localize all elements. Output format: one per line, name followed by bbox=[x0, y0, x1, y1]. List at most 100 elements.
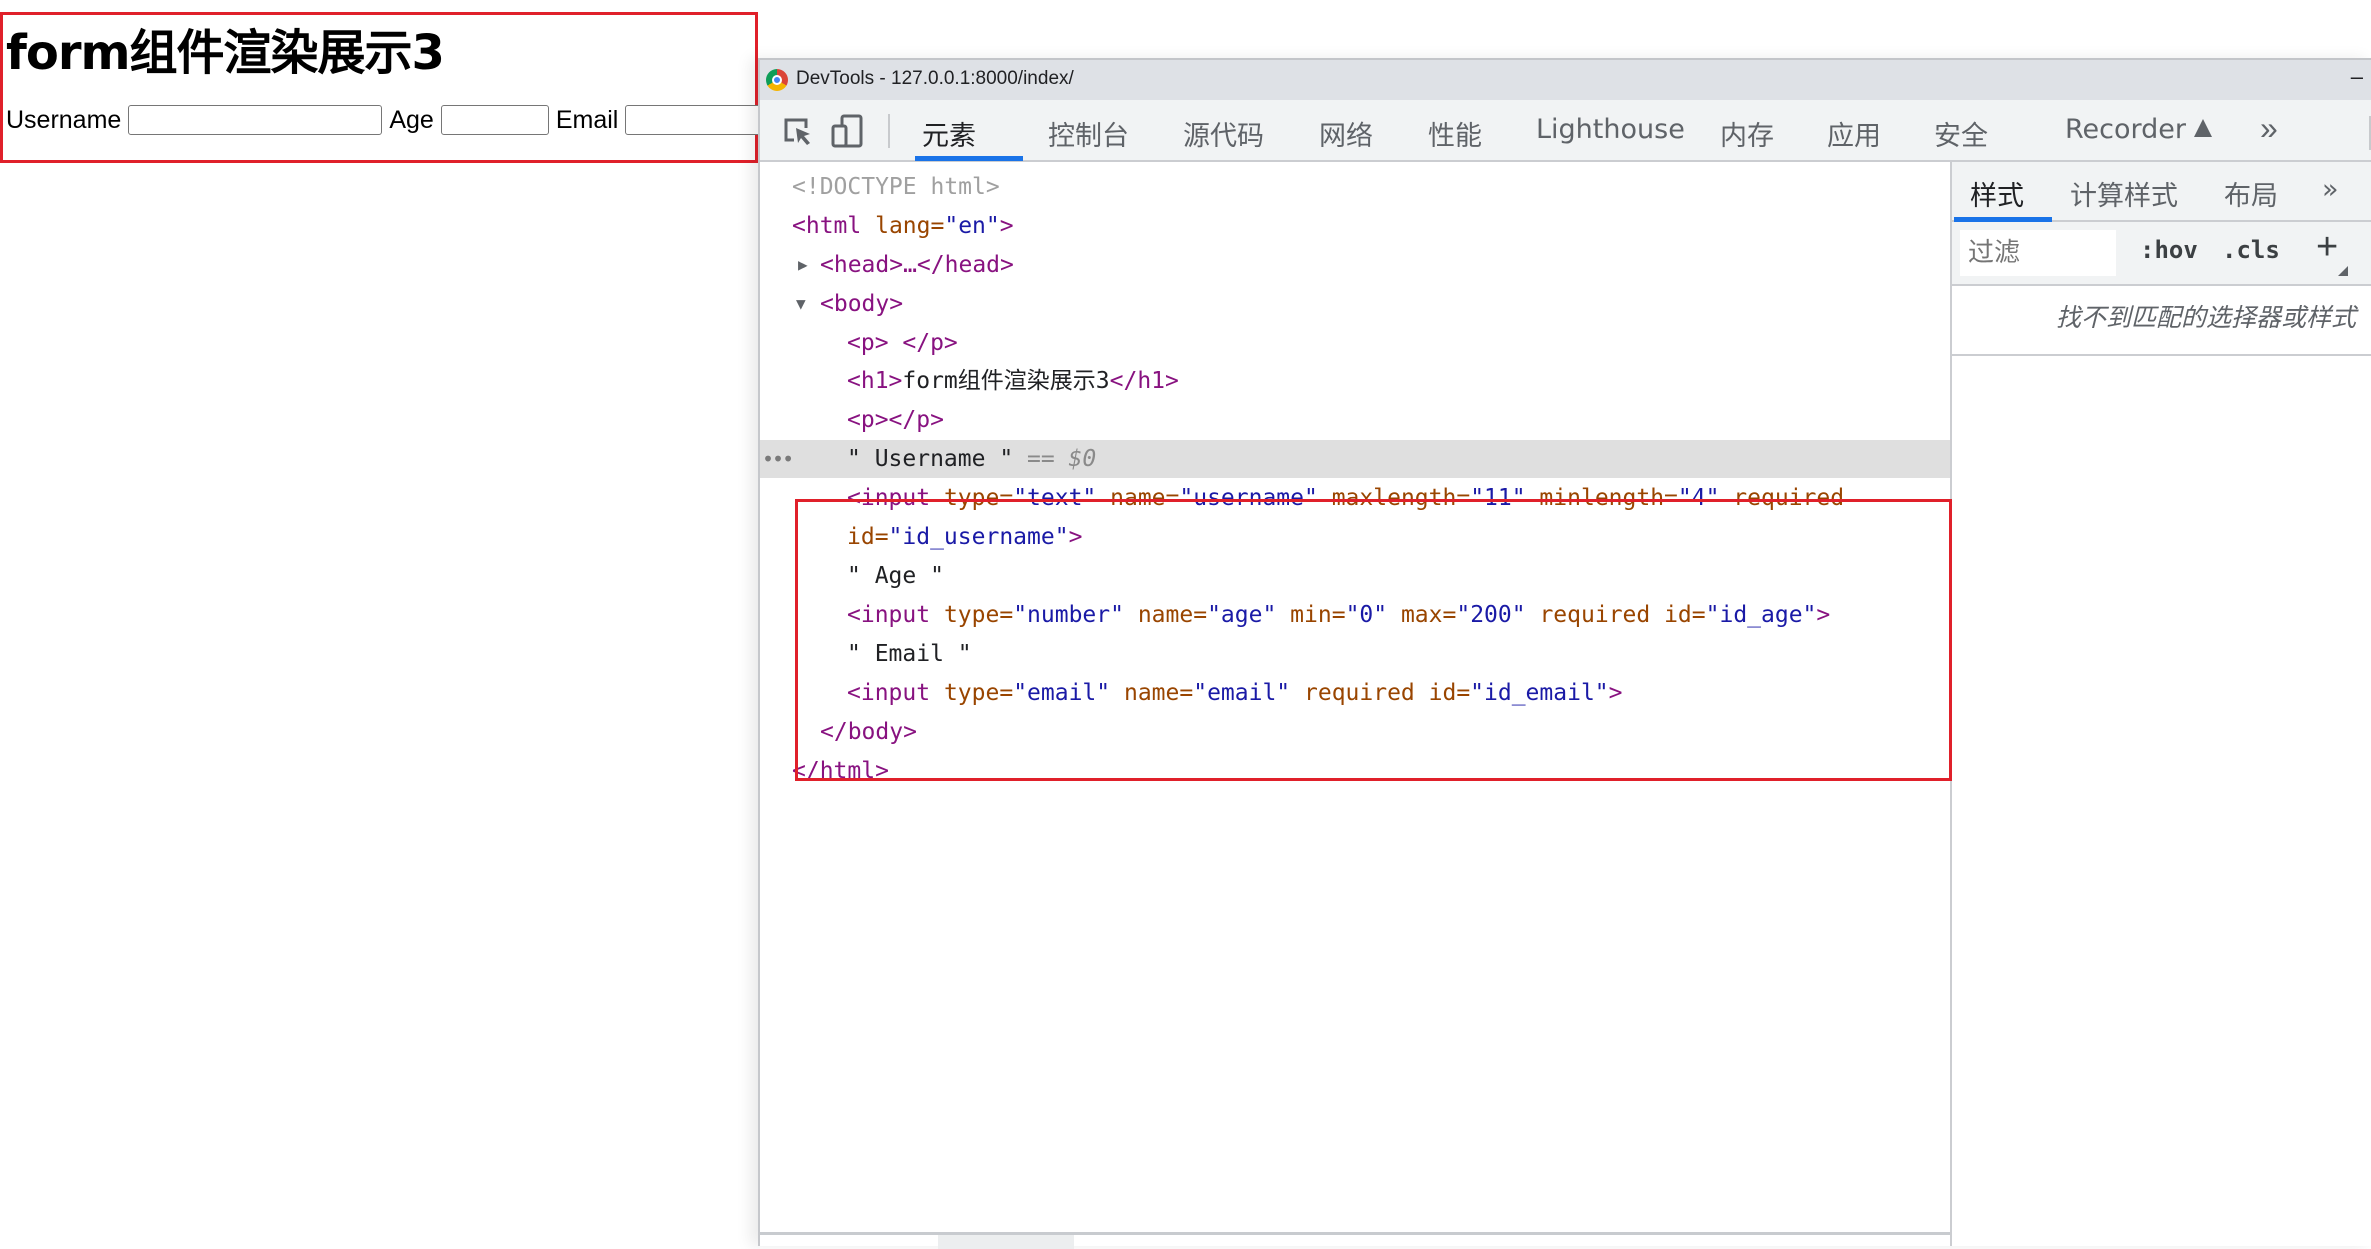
styles-filter-bar: :hov .cls + bbox=[1952, 222, 2371, 286]
no-matching-styles-message: 找不到匹配的选择器或样式 bbox=[2056, 303, 2357, 332]
tree-row-input-username-wrap[interactable]: id="id_username"> bbox=[760, 518, 1950, 556]
tree-row-doctype[interactable]: <!DOCTYPE html> bbox=[760, 168, 1950, 206]
minimize-button[interactable]: – bbox=[2351, 64, 2363, 90]
tab-sources[interactable]: 源代码 bbox=[1183, 114, 1264, 153]
tab-console[interactable]: 控制台 bbox=[1048, 114, 1129, 153]
new-style-rule-button[interactable]: + bbox=[2316, 226, 2338, 269]
input-username-line1: <input type="text" name="username" maxle… bbox=[847, 479, 1844, 517]
h1-open-tag: <h1> bbox=[847, 368, 903, 394]
code-token-attr: minlength= bbox=[1525, 485, 1678, 511]
rendered-page-highlight: form组件渲染展示3 Username Age Email bbox=[0, 12, 776, 163]
code-token-val: "id_username" bbox=[888, 524, 1069, 550]
experimental-flask-icon bbox=[2194, 118, 2212, 137]
code-token-attr: max= bbox=[1387, 602, 1457, 628]
code-token-val: "200" bbox=[1456, 602, 1526, 628]
row-menu-icon[interactable]: ••• bbox=[762, 440, 794, 478]
head-node: <head>…</head> bbox=[820, 252, 1014, 278]
tab-performance[interactable]: 性能 bbox=[1428, 114, 1482, 153]
code-token-val: "email" bbox=[1193, 680, 1291, 706]
body-node: <body> bbox=[820, 291, 904, 317]
tab-computed[interactable]: 计算样式 bbox=[2070, 174, 2178, 213]
class-toggle[interactable]: .cls bbox=[2222, 236, 2280, 264]
tab-elements[interactable]: 元素 bbox=[922, 114, 976, 153]
code-token-attr: type= bbox=[930, 680, 1014, 706]
active-tab-indicator bbox=[915, 156, 1023, 161]
age-label: Age bbox=[389, 105, 434, 134]
hover-state-toggle[interactable]: :hov bbox=[2140, 236, 2198, 264]
html-attr-value: "en" bbox=[944, 213, 1000, 239]
page-heading: form组件渲染展示3 bbox=[6, 25, 445, 81]
tab-memory[interactable]: 内存 bbox=[1720, 114, 1774, 153]
device-toolbar-icon[interactable] bbox=[830, 114, 864, 148]
code-token-val: "id_age" bbox=[1705, 602, 1817, 628]
username-label: Username bbox=[6, 105, 122, 134]
username-input[interactable] bbox=[128, 105, 383, 135]
tree-row-h1[interactable]: <h1>form组件渲染展示3</h1> bbox=[760, 362, 1950, 400]
tab-security[interactable]: 安全 bbox=[1934, 114, 1988, 153]
tree-row-input-age[interactable]: <input type="number" name="age" min="0" … bbox=[760, 596, 1950, 634]
tab-network[interactable]: 网络 bbox=[1319, 114, 1373, 153]
code-token-val: "number" bbox=[1013, 602, 1124, 628]
devtools-titlebar: DevTools - 127.0.0.1:8000/index/ – bbox=[760, 58, 2371, 100]
username-text-node: " Username " bbox=[847, 446, 1014, 472]
age-input[interactable] bbox=[440, 105, 549, 135]
elements-panel: <!DOCTYPE html> <html lang="en"> ▶ <head… bbox=[760, 162, 1952, 1249]
tree-row-html-close[interactable]: </html> bbox=[760, 752, 1950, 790]
html-tag: <html bbox=[792, 213, 862, 239]
input-email-line: <input type="email" name="email" require… bbox=[847, 674, 1623, 712]
h1-text: form组件渲染展示3 bbox=[902, 368, 1110, 394]
expand-triangle-icon[interactable]: ▶ bbox=[798, 246, 808, 284]
tree-row-input-username[interactable]: <input type="text" name="username" maxle… bbox=[760, 479, 1950, 517]
tab-lighthouse[interactable]: Lighthouse bbox=[1536, 114, 1685, 145]
code-token-val: "text" bbox=[1013, 485, 1097, 511]
more-tabs-button[interactable]: » bbox=[2260, 110, 2278, 147]
inspect-element-icon[interactable] bbox=[780, 114, 814, 148]
code-token-attr: type= bbox=[930, 485, 1014, 511]
email-label: Email bbox=[555, 105, 619, 134]
code-token-tag: > bbox=[1608, 680, 1623, 706]
new-rule-menu-corner-icon bbox=[2338, 266, 2348, 276]
code-token-attr: required id= bbox=[1525, 602, 1706, 628]
code-token-tag: <input bbox=[847, 485, 931, 511]
input-age-line: <input type="number" name="age" min="0" … bbox=[847, 596, 1830, 634]
h1-close-tag: </h1> bbox=[1109, 368, 1179, 394]
selected-marker: == $0 bbox=[1013, 446, 1097, 472]
tree-row-email-text[interactable]: " Email " bbox=[760, 635, 1950, 673]
chrome-logo-icon bbox=[766, 69, 788, 91]
p-node: <p></p> bbox=[847, 407, 944, 433]
tab-styles[interactable]: 样式 bbox=[1970, 174, 2024, 213]
code-token-tag: <input bbox=[847, 602, 931, 628]
tree-row-username-text-selected[interactable]: ••• " Username " == $0 bbox=[760, 440, 1950, 478]
tree-row-age-text[interactable]: " Age " bbox=[760, 557, 1950, 595]
tree-row-head[interactable]: ▶ <head>…</head> bbox=[760, 246, 1950, 284]
styles-filter-input[interactable] bbox=[1960, 230, 2116, 276]
tab-recorder[interactable]: Recorder bbox=[2065, 114, 2212, 145]
tree-row-input-email[interactable]: <input type="email" name="email" require… bbox=[760, 674, 1950, 712]
tab-recorder-label: Recorder bbox=[2065, 114, 2186, 145]
code-token-attr: name= bbox=[1123, 602, 1208, 628]
code-token-attr: required bbox=[1719, 485, 1845, 511]
tab-application[interactable]: 应用 bbox=[1827, 114, 1881, 153]
tree-row-p1[interactable]: <p> </p> bbox=[760, 324, 1950, 362]
code-token-attr: type= bbox=[930, 602, 1014, 628]
code-token-val: "4" bbox=[1677, 485, 1720, 511]
collapse-triangle-icon[interactable]: ▼ bbox=[796, 285, 806, 323]
breadcrumb-bar[interactable] bbox=[938, 1235, 1074, 1249]
email-input[interactable] bbox=[625, 105, 776, 135]
code-token-val: "username" bbox=[1179, 485, 1318, 511]
window-title: DevTools - 127.0.0.1:8000/index/ bbox=[796, 68, 1074, 89]
code-token-val: "0" bbox=[1345, 602, 1388, 628]
tree-row-body[interactable]: ▼ <body> bbox=[760, 285, 1950, 323]
doctype-node: <!DOCTYPE html> bbox=[792, 174, 1000, 200]
code-token-val: "email" bbox=[1013, 680, 1111, 706]
code-token-val: "id_email" bbox=[1470, 680, 1609, 706]
code-token-attr: name= bbox=[1096, 485, 1180, 511]
code-token-attr: min= bbox=[1276, 602, 1346, 628]
tree-row-body-close[interactable]: </body> bbox=[760, 713, 1950, 751]
tree-row-html[interactable]: <html lang="en"> bbox=[760, 207, 1950, 245]
code-token-val: "11" bbox=[1470, 485, 1526, 511]
styles-more-tabs-button[interactable]: » bbox=[2322, 174, 2339, 205]
code-token-attr: id= bbox=[847, 524, 889, 550]
tree-row-p2[interactable]: <p></p> bbox=[760, 401, 1950, 439]
tab-layout[interactable]: 布局 bbox=[2224, 174, 2278, 213]
